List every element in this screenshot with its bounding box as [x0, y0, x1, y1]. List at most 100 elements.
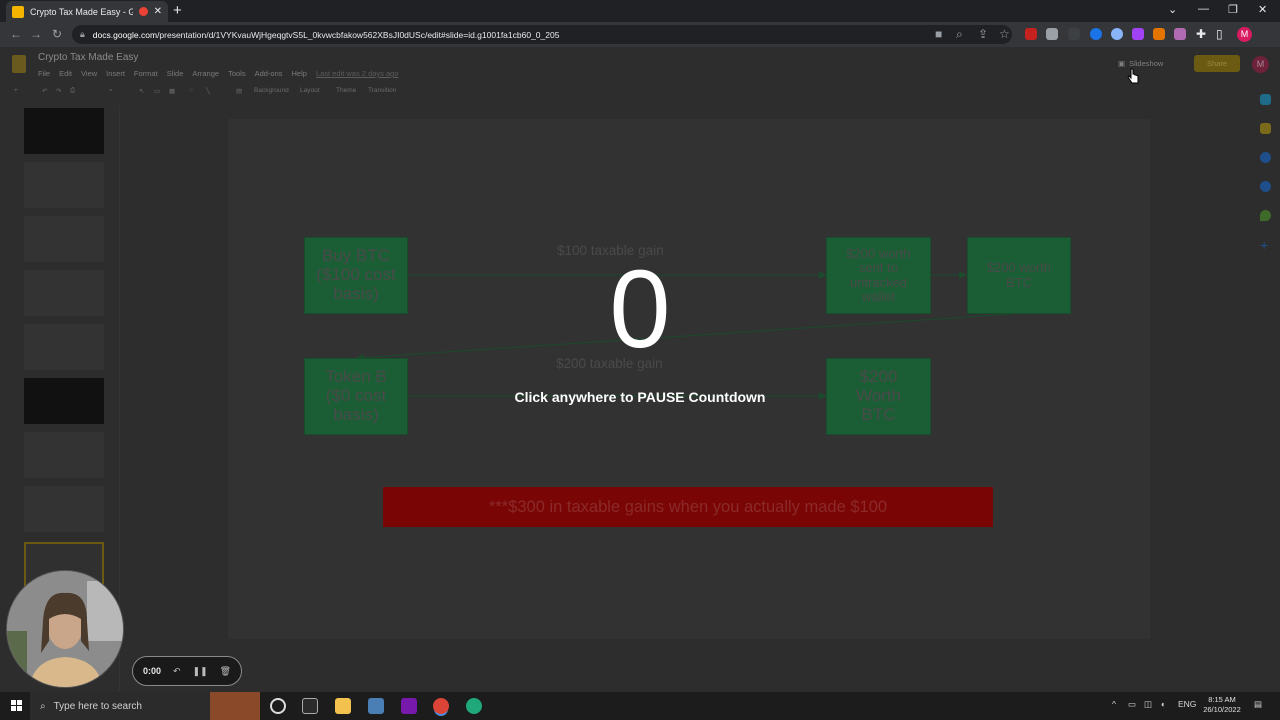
- battery-icon[interactable]: ▭: [1128, 699, 1136, 710]
- slide-thumbnail[interactable]: [24, 108, 104, 154]
- windows-start-icon[interactable]: [11, 700, 22, 711]
- textbox-icon[interactable]: ▭: [154, 87, 160, 95]
- tab-close-icon[interactable]: ✕: [154, 6, 162, 17]
- extension-grey-icon[interactable]: [1068, 28, 1080, 40]
- tray-chevron-icon[interactable]: ^: [1112, 699, 1116, 709]
- new-tab-button[interactable]: +: [173, 3, 182, 18]
- btc-200-box: $200 worth BTC: [967, 237, 1071, 314]
- zoom-icon[interactable]: ⌕: [956, 27, 963, 42]
- close-window-button[interactable]: ✕: [1258, 3, 1267, 16]
- edge-icon[interactable]: [466, 698, 482, 714]
- taskbar-search-box[interactable]: ⌕ Type here to search: [30, 692, 260, 720]
- recording-timer: 0:00: [143, 666, 162, 676]
- onenote-icon[interactable]: [401, 698, 417, 714]
- calculator-icon[interactable]: [368, 698, 384, 714]
- volume-icon[interactable]: ◖: [1160, 699, 1165, 709]
- shape-icon[interactable]: ○: [189, 87, 193, 94]
- pause-icon[interactable]: ❚❚: [193, 666, 208, 677]
- address-bar[interactable]: 🔒︎ docs.google.com/presentation/d/1VYKva…: [72, 25, 1012, 44]
- extension-circle-icon[interactable]: [1111, 28, 1123, 40]
- slides-logo-icon[interactable]: [12, 55, 26, 73]
- browser-tab[interactable]: Crypto Tax Made Easy - Goo ✕: [6, 1, 168, 22]
- zoom-icon[interactable]: ⌕: [109, 87, 113, 95]
- slide-thumbnail[interactable]: [24, 324, 104, 370]
- theme-button[interactable]: Theme: [336, 87, 356, 94]
- extension-fox-icon[interactable]: [1153, 28, 1165, 40]
- layout-button[interactable]: Layout: [300, 87, 320, 94]
- background-button[interactable]: Background: [254, 87, 289, 94]
- share-button[interactable]: Share: [1194, 55, 1240, 72]
- bookmark-star-icon[interactable]: ☆: [999, 27, 1010, 41]
- clock-date: 26/10/2022: [1203, 705, 1241, 714]
- slide-thumbnail[interactable]: [24, 162, 104, 208]
- slide-thumbnail[interactable]: [24, 432, 104, 478]
- address-bar-row: ← → ↻ 🔒︎ docs.google.com/presentation/d/…: [0, 22, 1280, 47]
- menu-file[interactable]: File: [38, 69, 50, 78]
- slide-thumbnail[interactable]: [24, 270, 104, 316]
- menu-slide[interactable]: Slide: [167, 69, 184, 78]
- maps-icon[interactable]: [1260, 210, 1271, 221]
- menu-help[interactable]: Help: [292, 69, 307, 78]
- back-arrow-icon[interactable]: ←: [10, 27, 22, 41]
- share-page-icon[interactable]: ⇪: [978, 27, 988, 41]
- restart-icon[interactable]: ↶: [173, 666, 181, 677]
- chrome-profile-avatar[interactable]: M: [1237, 27, 1252, 42]
- tab-search-icon[interactable]: ⌄: [1168, 3, 1177, 16]
- task-view-icon[interactable]: [302, 698, 318, 714]
- reload-icon[interactable]: ↻: [52, 27, 62, 41]
- file-explorer-icon[interactable]: [335, 698, 351, 714]
- undo-icon[interactable]: ↶: [42, 87, 47, 95]
- network-icon[interactable]: ◫: [1144, 699, 1152, 710]
- select-icon[interactable]: ↖: [139, 87, 144, 95]
- tasks-icon[interactable]: [1260, 152, 1271, 163]
- slide-thumbnail[interactable]: [24, 378, 104, 424]
- contacts-icon[interactable]: [1260, 181, 1271, 192]
- document-title[interactable]: Crypto Tax Made Easy: [38, 52, 138, 63]
- extensions-puzzle-icon[interactable]: ✚: [1196, 27, 1206, 41]
- webcam-bubble[interactable]: [6, 570, 124, 688]
- extension-blue-icon[interactable]: [1090, 28, 1102, 40]
- side-panel-icon[interactable]: ▯: [1216, 27, 1223, 41]
- camera-icon[interactable]: ■: [935, 27, 942, 41]
- maximize-button[interactable]: ❐: [1228, 3, 1238, 16]
- delete-icon[interactable]: 🗑︎: [220, 666, 231, 677]
- chrome-icon[interactable]: [433, 698, 449, 714]
- image-icon[interactable]: ▦: [169, 87, 175, 95]
- menu-insert[interactable]: Insert: [106, 69, 125, 78]
- slide-thumbnail[interactable]: [24, 216, 104, 262]
- add-addon-icon[interactable]: +: [1260, 237, 1268, 253]
- redo-icon[interactable]: ↷: [56, 87, 61, 95]
- recording-controls: 0:00 ↶ ❚❚ 🗑︎: [132, 656, 242, 686]
- language-indicator[interactable]: ENG: [1178, 699, 1196, 709]
- slide-thumbnail[interactable]: [24, 486, 104, 532]
- menu-arrange[interactable]: Arrange: [192, 69, 219, 78]
- taskbar-clock[interactable]: 8:15 AM 26/10/2022: [1200, 695, 1244, 715]
- extension-shield-icon[interactable]: [1046, 28, 1058, 40]
- token-b-box: Token B ($0 cost basis): [304, 358, 408, 435]
- sent-untracked-wallet-box: $200 worth sent to untracked wallet: [826, 237, 931, 314]
- menu-addons[interactable]: Add-ons: [255, 69, 283, 78]
- comment-icon[interactable]: ▤: [236, 87, 242, 95]
- line-icon[interactable]: ╲: [206, 87, 210, 95]
- add-icon[interactable]: +: [14, 87, 18, 94]
- forward-arrow-icon[interactable]: →: [30, 27, 42, 41]
- transition-button[interactable]: Transition: [368, 87, 396, 94]
- menu-edit[interactable]: Edit: [59, 69, 72, 78]
- side-panel-icons: +: [1252, 92, 1280, 692]
- calendar-icon[interactable]: [1260, 94, 1271, 105]
- print-icon[interactable]: ⎙: [70, 87, 75, 95]
- menu-tools[interactable]: Tools: [228, 69, 246, 78]
- minimize-button[interactable]: —: [1198, 3, 1209, 15]
- extension-purple-icon[interactable]: [1132, 28, 1144, 40]
- last-edit-link[interactable]: Last edit was 2 days ago: [316, 69, 399, 78]
- extension-pink-icon[interactable]: [1174, 28, 1186, 40]
- menu-view[interactable]: View: [81, 69, 97, 78]
- extension-red-icon[interactable]: [1025, 28, 1037, 40]
- cortana-icon[interactable]: [270, 698, 286, 714]
- keep-icon[interactable]: [1260, 123, 1271, 134]
- user-avatar[interactable]: M: [1252, 56, 1269, 73]
- pause-countdown-message[interactable]: Click anywhere to PAUSE Countdown: [440, 389, 840, 405]
- countdown-number[interactable]: 0: [540, 255, 740, 365]
- notifications-icon[interactable]: ▤: [1254, 699, 1262, 710]
- menu-format[interactable]: Format: [134, 69, 158, 78]
